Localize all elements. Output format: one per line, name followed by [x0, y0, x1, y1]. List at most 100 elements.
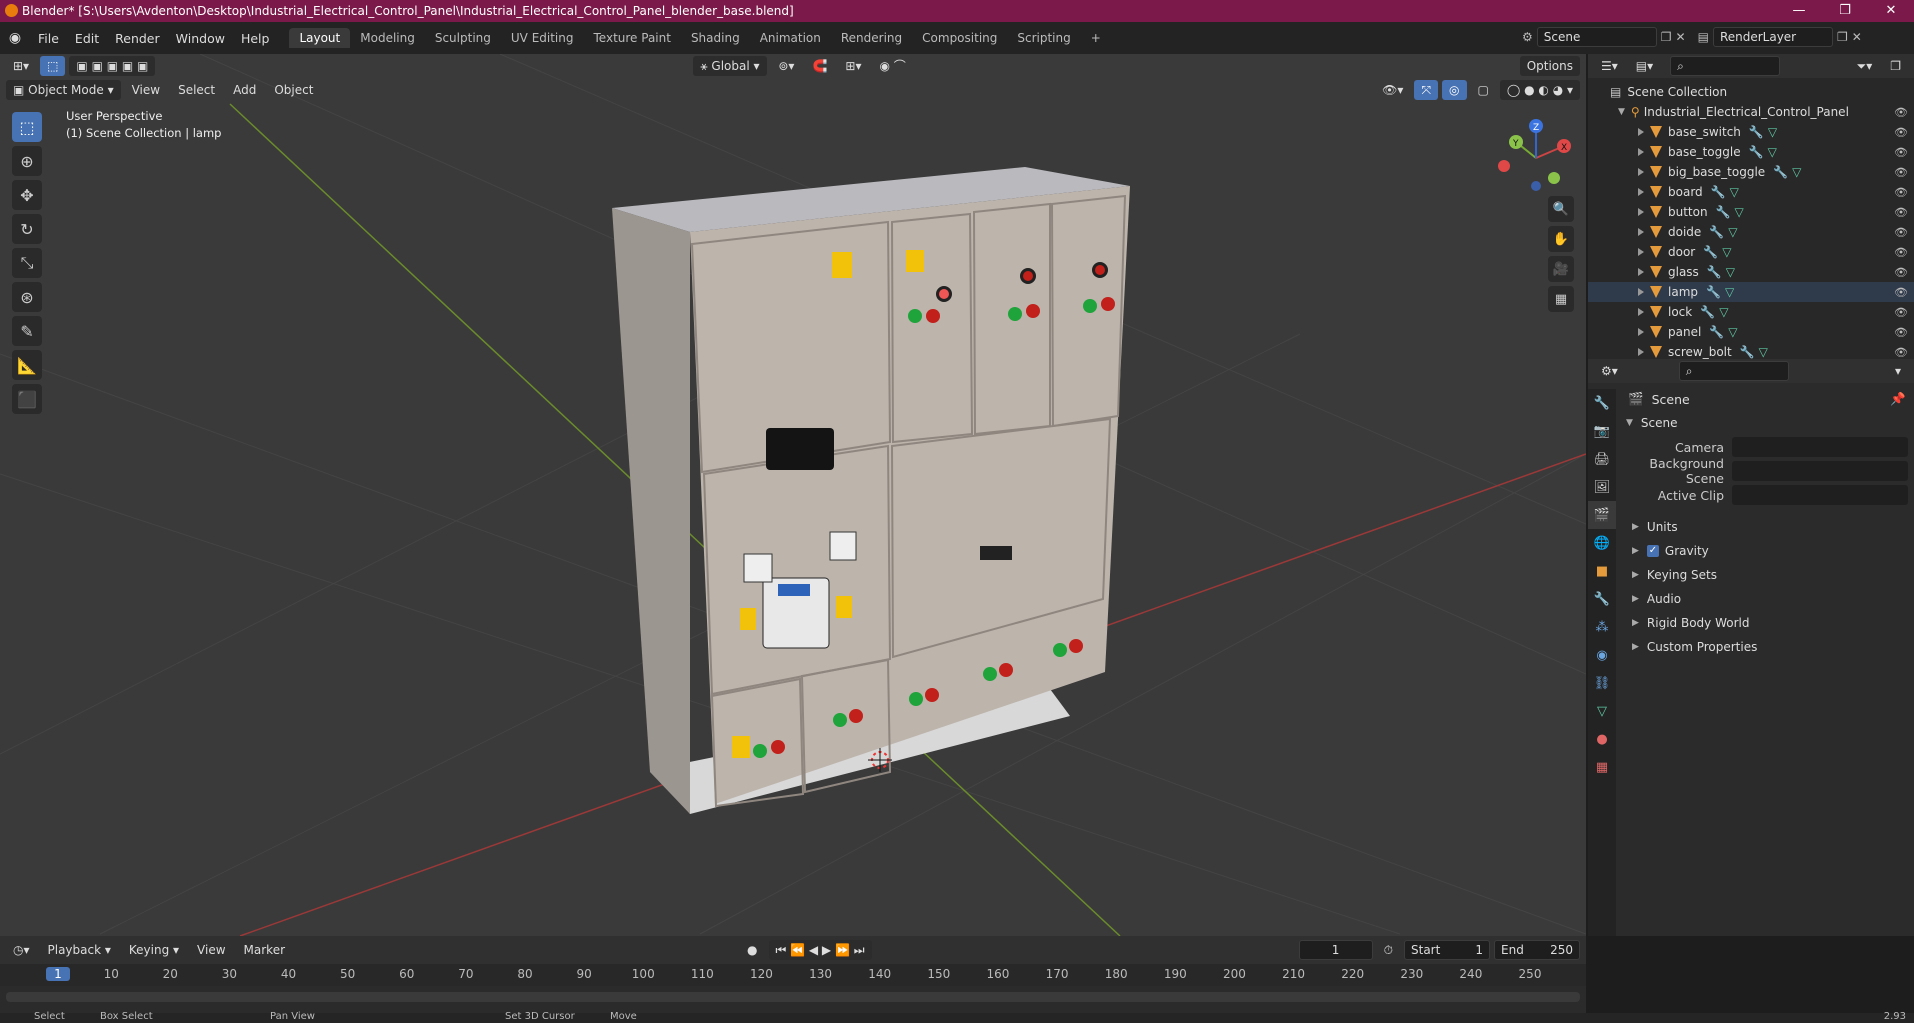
particles-tab-icon[interactable]: ⁂ — [1588, 613, 1616, 641]
annotate-tool-icon[interactable]: ✎ — [12, 316, 42, 346]
outliner-object-row[interactable]: board 🔧 ▽ 👁 — [1588, 182, 1914, 202]
visibility-eye-icon[interactable]: 👁 — [1894, 266, 1908, 279]
current-frame-field[interactable]: 1 — [1298, 940, 1373, 960]
scene-collection-row[interactable]: ▤ Scene Collection — [1588, 82, 1914, 102]
modifier-wrench-icon[interactable]: 🔧 — [1700, 305, 1715, 319]
modifier-tab-icon[interactable]: 🔧 — [1588, 585, 1616, 613]
keying-sets-section[interactable]: ▶ Keying Sets — [1622, 563, 1912, 587]
mesh-data-icon[interactable]: ▽ — [1725, 285, 1734, 299]
outliner-object-row[interactable]: button 🔧 ▽ 👁 — [1588, 202, 1914, 222]
current-frame-marker[interactable]: 1 — [46, 967, 70, 981]
scene-panel-header[interactable]: ▼ Scene — [1622, 411, 1912, 435]
selection-mode-icons[interactable]: ▣ ▣ ▣ ▣ ▣ — [69, 56, 156, 76]
overlay-toggle-icon[interactable]: ◎ — [1442, 80, 1467, 100]
filter-icon[interactable]: ⏷▾ — [1850, 56, 1880, 76]
add-workspace-button[interactable]: + — [1081, 28, 1111, 48]
visibility-eye-icon[interactable]: 👁 — [1894, 286, 1908, 299]
snap-target-icon[interactable]: ⊞▾ — [838, 56, 868, 76]
mesh-data-icon[interactable]: ▽ — [1768, 125, 1777, 139]
maximize-button[interactable]: ❐ — [1822, 0, 1868, 22]
outliner-object-row[interactable]: base_toggle 🔧 ▽ 👁 — [1588, 142, 1914, 162]
expand-arrow-icon[interactable] — [1638, 168, 1644, 176]
editor-type-icon[interactable]: ⊞▾ — [6, 56, 36, 76]
timeline-menu-keying[interactable]: Keying ▾ — [122, 940, 186, 960]
render-layer-icon[interactable]: ▤ — [1698, 30, 1709, 44]
tab-sculpting[interactable]: Sculpting — [425, 28, 501, 48]
modifier-wrench-icon[interactable]: 🔧 — [1709, 225, 1724, 239]
expand-arrow-icon[interactable] — [1638, 288, 1644, 296]
visibility-eye-icon[interactable]: 👁 — [1894, 126, 1908, 139]
outliner-search-input[interactable]: ⌕ — [1670, 56, 1781, 76]
rotate-tool-icon[interactable]: ↻ — [12, 214, 42, 244]
modifier-wrench-icon[interactable]: 🔧 — [1740, 345, 1755, 359]
mesh-data-icon[interactable]: ▽ — [1735, 205, 1744, 219]
viewport-menu-view[interactable]: View — [125, 80, 167, 100]
new-collection-icon[interactable]: ❐ — [1883, 56, 1908, 76]
constraints-tab-icon[interactable]: ⛓ — [1588, 669, 1616, 697]
rigid-body-world-section[interactable]: ▶ Rigid Body World — [1622, 611, 1912, 635]
tool-tab-icon[interactable]: 🔧 — [1588, 389, 1616, 417]
render-layer-selector[interactable]: RenderLayer — [1712, 27, 1833, 47]
modifier-wrench-icon[interactable]: 🔧 — [1749, 125, 1764, 139]
expand-arrow-icon[interactable] — [1638, 328, 1644, 336]
outliner-object-row[interactable]: lamp 🔧 ▽ 👁 — [1588, 282, 1914, 302]
properties-options-icon[interactable]: ▾ — [1888, 361, 1908, 381]
pan-hand-icon[interactable]: ✋ — [1548, 226, 1574, 252]
timeline-menu-view[interactable]: View — [190, 940, 232, 960]
mesh-data-icon[interactable]: ▽ — [1728, 225, 1737, 239]
tab-modeling[interactable]: Modeling — [350, 28, 425, 48]
tab-layout[interactable]: Layout — [289, 28, 351, 48]
outliner-object-row[interactable]: base_switch 🔧 ▽ 👁 — [1588, 122, 1914, 142]
outliner-object-row[interactable]: panel 🔧 ▽ 👁 — [1588, 322, 1914, 342]
gravity-section[interactable]: ▶ ✓ Gravity — [1622, 539, 1912, 563]
visibility-eye-icon[interactable]: 👁 — [1894, 306, 1908, 319]
visibility-eye-icon[interactable]: 👁 — [1894, 106, 1908, 119]
zoom-icon[interactable]: 🔍 — [1548, 196, 1574, 222]
navigation-gizmo[interactable]: X Y Z — [1492, 112, 1572, 192]
stopwatch-icon[interactable]: ⏱ — [1377, 940, 1400, 960]
shading-mode-icons[interactable]: ◯ ● ◐ ◕ ▾ — [1499, 80, 1580, 100]
active-clip-field[interactable] — [1732, 485, 1908, 505]
physics-tab-icon[interactable]: ◉ — [1588, 641, 1616, 669]
minimize-button[interactable]: — — [1776, 0, 1822, 22]
blender-menu-icon[interactable]: ◉ — [0, 30, 30, 46]
tab-uv-editing[interactable]: UV Editing — [501, 28, 584, 48]
collection-row[interactable]: ▼ ⚲ Industrial_Electrical_Control_Panel … — [1588, 102, 1914, 122]
mesh-data-icon[interactable]: ▽ — [1730, 185, 1739, 199]
custom-properties-section[interactable]: ▶ Custom Properties — [1622, 635, 1912, 659]
mesh-data-icon[interactable]: ▽ — [1768, 145, 1777, 159]
proportional-edit-icon[interactable]: ◉ ⌒ — [872, 56, 912, 76]
material-tab-icon[interactable]: ● — [1588, 725, 1616, 753]
pin-icon[interactable]: 📌 — [1890, 391, 1906, 407]
expand-arrow-icon[interactable] — [1638, 208, 1644, 216]
timeline-menu-marker[interactable]: Marker — [237, 940, 292, 960]
menu-window[interactable]: Window — [168, 31, 233, 46]
background-scene-field[interactable] — [1732, 461, 1908, 481]
scene-icon[interactable]: ⚙ — [1522, 30, 1533, 44]
modifier-wrench-icon[interactable]: 🔧 — [1716, 205, 1731, 219]
3d-viewport[interactable]: ⊞▾ ⬚ ▣ ▣ ▣ ▣ ▣ ⚹ Global ▾ ⊚▾ 🧲 ⊞▾ ◉ ⌒ Op… — [0, 54, 1586, 936]
delete-render-layer-icon[interactable]: ✕ — [1852, 30, 1862, 44]
viewport-menu-select[interactable]: Select — [171, 80, 222, 100]
modifier-wrench-icon[interactable]: 🔧 — [1709, 325, 1724, 339]
scale-tool-icon[interactable]: ⤡ — [12, 248, 42, 278]
gravity-checkbox[interactable]: ✓ — [1646, 545, 1659, 557]
data-tab-icon[interactable]: ▽ — [1588, 697, 1616, 725]
mesh-data-icon[interactable]: ▽ — [1719, 305, 1728, 319]
modifier-wrench-icon[interactable]: 🔧 — [1706, 285, 1721, 299]
tab-shading[interactable]: Shading — [681, 28, 750, 48]
output-tab-icon[interactable]: 🖨 — [1588, 445, 1616, 473]
menu-help[interactable]: Help — [233, 31, 278, 46]
transform-orientation-dropdown[interactable]: ⚹ Global ▾ — [693, 56, 768, 76]
outliner-object-row[interactable]: glass 🔧 ▽ 👁 — [1588, 262, 1914, 282]
add-cube-tool-icon[interactable]: ⬛ — [12, 384, 42, 414]
new-render-layer-icon[interactable]: ❐ — [1837, 30, 1848, 44]
expand-arrow-icon[interactable] — [1638, 308, 1644, 316]
expand-arrow-icon[interactable] — [1638, 348, 1644, 356]
mesh-data-icon[interactable]: ▽ — [1759, 345, 1768, 359]
visibility-eye-icon[interactable]: 👁 — [1894, 166, 1908, 179]
expand-arrow-icon[interactable] — [1638, 248, 1644, 256]
select-mode-icon[interactable]: ⬚ — [40, 56, 66, 76]
outliner-object-row[interactable]: doide 🔧 ▽ 👁 — [1588, 222, 1914, 242]
viewport-menu-object[interactable]: Object — [267, 80, 320, 100]
